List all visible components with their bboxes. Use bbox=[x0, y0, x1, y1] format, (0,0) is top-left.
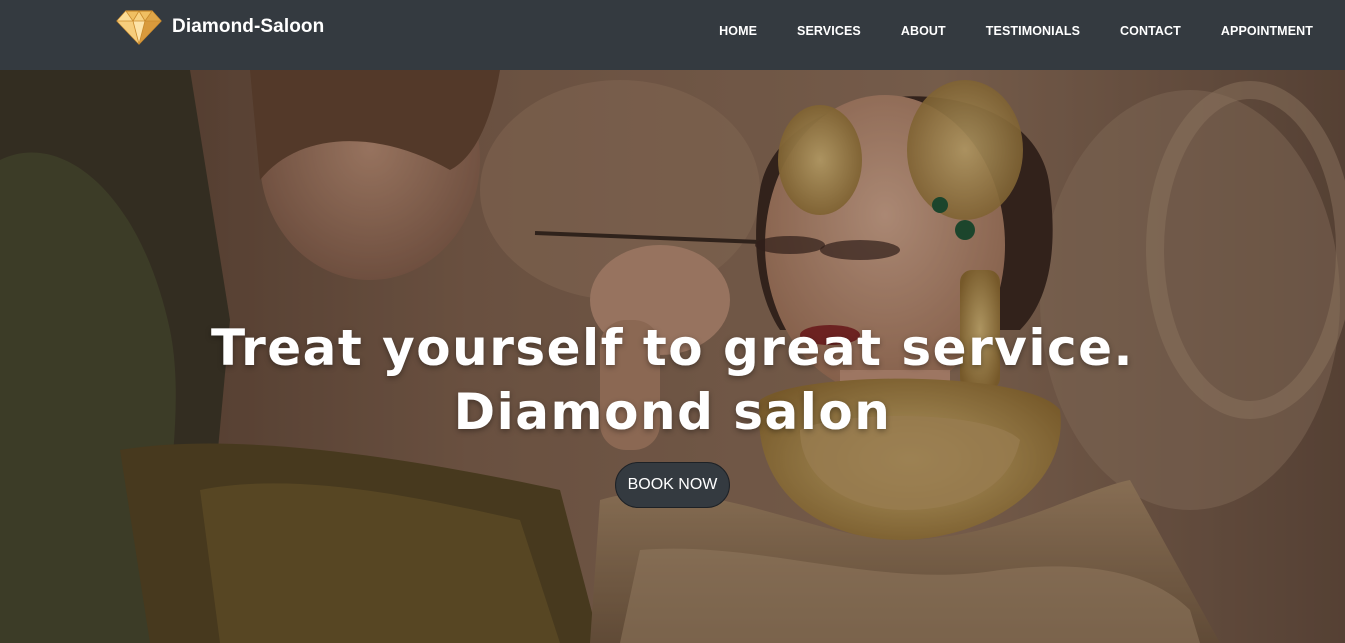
nav-item-testimonials: TESTIMONIALS bbox=[986, 22, 1080, 40]
nav-item-services: SERVICES bbox=[797, 22, 861, 40]
hero-heading: Treat yourself to great service. Diamond… bbox=[0, 316, 1345, 444]
nav-item-appointment: APPOINTMENT bbox=[1221, 22, 1313, 40]
nav-item-home: HOME bbox=[719, 22, 757, 40]
book-now-button[interactable]: BOOK NOW bbox=[615, 462, 730, 508]
brand-link[interactable]: Diamond-Saloon bbox=[116, 8, 324, 46]
nav-link-services[interactable]: SERVICES bbox=[797, 24, 861, 38]
hero-content: Treat yourself to great service. Diamond… bbox=[0, 316, 1345, 508]
brand-name: Diamond-Saloon bbox=[172, 16, 325, 37]
hero-heading-line2: Diamond salon bbox=[453, 383, 892, 441]
nav-menu: HOME SERVICES ABOUT TESTIMONIALS CONTACT… bbox=[719, 22, 1313, 40]
diamond-icon bbox=[116, 9, 162, 45]
nav-link-home[interactable]: HOME bbox=[719, 24, 757, 38]
nav-item-about: ABOUT bbox=[901, 22, 946, 40]
nav-link-testimonials[interactable]: TESTIMONIALS bbox=[986, 24, 1080, 38]
hero-heading-line1: Treat yourself to great service. bbox=[210, 319, 1135, 377]
navbar: Diamond-Saloon HOME SERVICES ABOUT TESTI… bbox=[0, 0, 1345, 70]
nav-item-contact: CONTACT bbox=[1120, 22, 1181, 40]
nav-link-contact[interactable]: CONTACT bbox=[1120, 24, 1181, 38]
hero-section: Treat yourself to great service. Diamond… bbox=[0, 70, 1345, 643]
nav-link-appointment[interactable]: APPOINTMENT bbox=[1221, 24, 1313, 38]
nav-link-about[interactable]: ABOUT bbox=[901, 24, 946, 38]
